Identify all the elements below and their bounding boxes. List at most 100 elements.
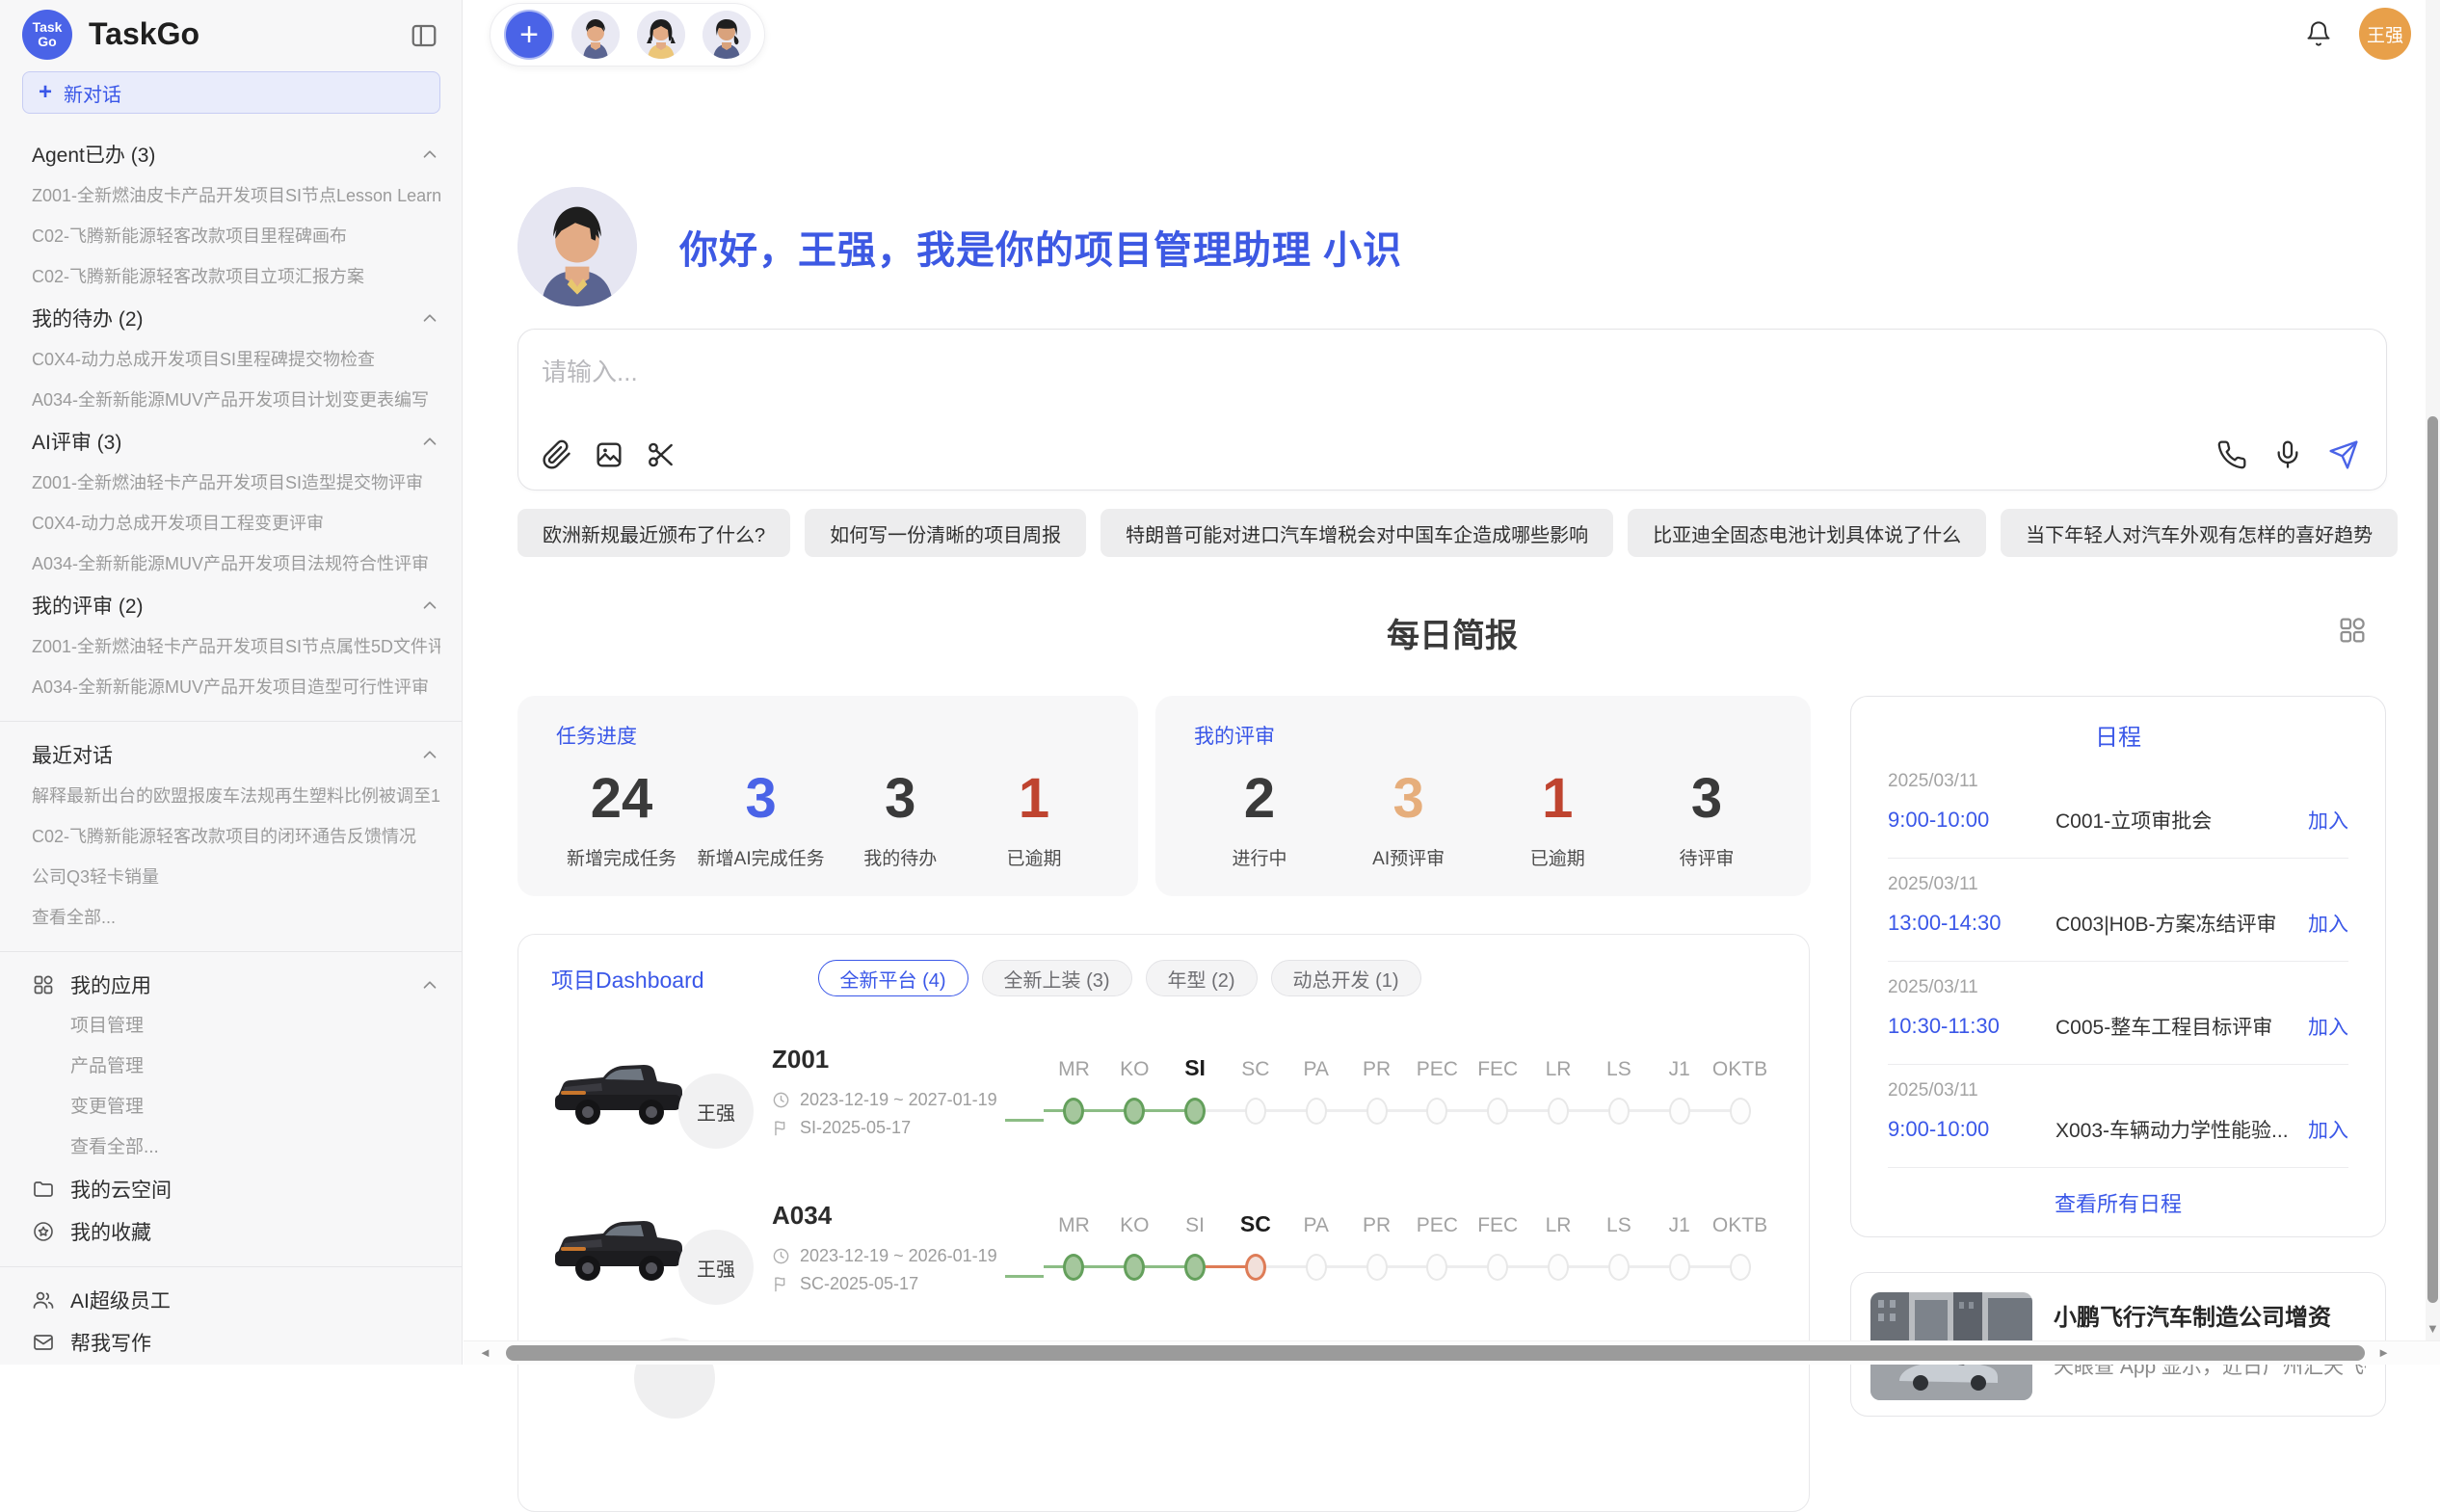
suggestion-chip[interactable]: 比亚迪全固态电池计划具体说了什么 [1628, 509, 1986, 557]
news-title: 小鹏飞行汽车制造公司增资 [2054, 1298, 2366, 1332]
sidebar-task-item[interactable]: C0X4-动力总成开发项目工程变更评审 [32, 503, 440, 544]
sidebar-item-folder-icon[interactable]: 我的云空间 [32, 1168, 440, 1210]
suggestion-chip[interactable]: 如何写一份清晰的项目周报 [805, 509, 1086, 557]
join-link[interactable]: 加入 [2308, 909, 2348, 938]
recent-chat-item[interactable]: 解释最新出台的欧盟报废车法规再生塑料比例被调至15%... [32, 776, 440, 816]
sidebar-header: Task Go TaskGo + 新对话 [0, 0, 462, 130]
app-sub-item[interactable]: 产品管理 [32, 1047, 440, 1087]
join-link[interactable]: 加入 [2308, 806, 2348, 835]
agent-avatar-2[interactable] [637, 11, 685, 59]
composer-left-icons [542, 439, 676, 470]
app-sub-item[interactable]: 查看全部... [32, 1127, 440, 1168]
collapse-sidebar-icon[interactable] [410, 21, 438, 50]
sidebar-item-badge-icon[interactable]: 我的收藏 [32, 1210, 440, 1253]
sidebar-task-item[interactable]: A034-全新新能源MUV产品开发项目造型可行性评审 [32, 667, 440, 707]
milestone-node[interactable] [1608, 1098, 1630, 1125]
agent-avatar-3[interactable] [703, 11, 751, 59]
attach-icon[interactable] [542, 439, 572, 470]
milestone-node[interactable] [1124, 1254, 1145, 1281]
recent-chat-item[interactable]: C02-飞腾新能源轻客改款项目的闭环通告反馈情况 [32, 816, 440, 857]
milestone-node[interactable] [1669, 1254, 1690, 1281]
sidebar-task-item[interactable]: Z001-全新燃油轻卡产品开发项目SI造型提交物评审 [32, 463, 440, 503]
recent-chat-item[interactable]: 查看全部... [32, 897, 440, 938]
dashboard-filter-pill[interactable]: 年型 (2) [1146, 960, 1258, 996]
scroll-left-arrow[interactable]: ◄ [479, 1345, 491, 1360]
milestone-node[interactable] [1306, 1098, 1327, 1125]
milestone-node[interactable] [1366, 1098, 1388, 1125]
notification-bell-icon[interactable] [2305, 20, 2332, 47]
agent-avatar-1[interactable] [571, 11, 620, 59]
app-sub-item[interactable]: 变更管理 [32, 1087, 440, 1127]
sidebar-tool-people-icon[interactable]: AI超级员工 [32, 1279, 440, 1321]
sidebar-task-item[interactable]: C02-飞腾新能源轻客改款项目里程碑画布 [32, 216, 440, 256]
milestone-node[interactable] [1487, 1098, 1508, 1125]
horizontal-scrollbar-thumb[interactable] [506, 1345, 2365, 1361]
milestone-node[interactable] [1426, 1098, 1447, 1125]
header-right: 王强 [2305, 8, 2411, 60]
milestone-node[interactable] [1608, 1254, 1630, 1281]
image-icon[interactable] [594, 439, 624, 470]
suggestion-chip[interactable]: 当下年轻人对汽车外观有怎样的喜好趋势 [2001, 509, 2398, 557]
milestone-node[interactable] [1548, 1098, 1569, 1125]
suggestion-chip[interactable]: 特朗普可能对进口汽车增税会对中国车企造成哪些影响 [1101, 509, 1613, 557]
milestone-node[interactable] [1184, 1254, 1206, 1281]
project-code[interactable]: Z001 [772, 1045, 1005, 1074]
chevron-up-icon[interactable] [419, 307, 440, 329]
task-progress-card: 任务进度24新增完成任务3新增AI完成任务3我的待办1已逾期 [517, 696, 1138, 896]
milestone-node[interactable] [1124, 1098, 1145, 1125]
chevron-up-icon[interactable] [419, 144, 440, 165]
milestone-node[interactable] [1245, 1098, 1266, 1125]
view-all-schedule-link[interactable]: 查看所有日程 [1888, 1168, 2348, 1237]
suggestion-chip[interactable]: 欧洲新规最近颁布了什么? [517, 509, 790, 557]
milestone-node[interactable] [1245, 1254, 1266, 1281]
send-icon[interactable] [2328, 439, 2359, 470]
dashboard-filter-pill[interactable]: 全新平台 (4) [818, 960, 968, 996]
milestone-node[interactable] [1184, 1098, 1206, 1125]
sidebar-task-item[interactable]: C0X4-动力总成开发项目SI里程碑提交物检查 [32, 339, 440, 380]
briefing-layout-icon[interactable] [2337, 615, 2368, 646]
milestone-node[interactable] [1730, 1254, 1751, 1281]
phone-icon[interactable] [2216, 439, 2247, 470]
scroll-down-arrow[interactable]: ▼ [2427, 1321, 2439, 1336]
milestone-node[interactable] [1063, 1254, 1084, 1281]
milestone-node[interactable] [1548, 1254, 1569, 1281]
stat-label: 我的待办 [842, 844, 958, 870]
chevron-up-icon[interactable] [419, 744, 440, 765]
add-agent-button[interactable]: + [504, 10, 554, 60]
user-avatar[interactable]: 王强 [2359, 8, 2411, 60]
milestone-node[interactable] [1306, 1254, 1327, 1281]
microphone-icon[interactable] [2272, 439, 2303, 470]
sidebar-task-item[interactable]: A034-全新新能源MUV产品开发项目法规符合性评审 [32, 544, 440, 584]
app-sub-item[interactable]: 项目管理 [32, 1006, 440, 1047]
sidebar-task-item[interactable]: Z001-全新燃油轻卡产品开发项目SI节点属性5D文件评审 [32, 626, 440, 667]
milestone-node[interactable] [1063, 1098, 1084, 1125]
message-input[interactable] [542, 351, 2083, 393]
milestone-node[interactable] [1487, 1254, 1508, 1281]
scroll-right-arrow[interactable]: ► [2377, 1345, 2390, 1360]
new-chat-button[interactable]: + 新对话 [22, 71, 440, 114]
recent-chat-item[interactable]: 公司Q3轻卡销量 [32, 857, 440, 897]
chevron-up-icon[interactable] [419, 431, 440, 452]
project-code[interactable]: A034 [772, 1201, 1005, 1231]
join-link[interactable]: 加入 [2308, 1012, 2348, 1041]
milestone-j1: J1 [1649, 1195, 1710, 1299]
dashboard-filter-pill[interactable]: 动总开发 (1) [1271, 960, 1421, 996]
milestone-node[interactable] [1426, 1254, 1447, 1281]
chevron-up-icon[interactable] [419, 974, 440, 995]
sidebar-tool-write-icon[interactable]: 帮我写作 [32, 1321, 440, 1364]
briefing-title: 每日简报 [517, 609, 2387, 656]
milestone-node[interactable] [1366, 1254, 1388, 1281]
vertical-scrollbar-thumb[interactable] [2427, 416, 2438, 1303]
scissors-icon[interactable] [646, 439, 676, 470]
milestone-node[interactable] [1730, 1098, 1751, 1125]
horizontal-scrollbar[interactable]: ◄ ► [464, 1340, 2440, 1365]
my-apps-header[interactable]: 我的应用 [32, 964, 440, 1006]
milestone-node[interactable] [1669, 1098, 1690, 1125]
join-link[interactable]: 加入 [2308, 1115, 2348, 1144]
chevron-up-icon[interactable] [419, 595, 440, 616]
vertical-scrollbar[interactable]: ▼ [2426, 0, 2440, 1365]
sidebar-task-item[interactable]: C02-飞腾新能源轻客改款项目立项汇报方案 [32, 256, 440, 297]
sidebar-task-item[interactable]: A034-全新新能源MUV产品开发项目计划变更表编写 [32, 380, 440, 420]
dashboard-filter-pill[interactable]: 全新上装 (3) [982, 960, 1132, 996]
sidebar-task-item[interactable]: Z001-全新燃油皮卡产品开发项目SI节点Lesson Learn报告 [32, 175, 440, 216]
